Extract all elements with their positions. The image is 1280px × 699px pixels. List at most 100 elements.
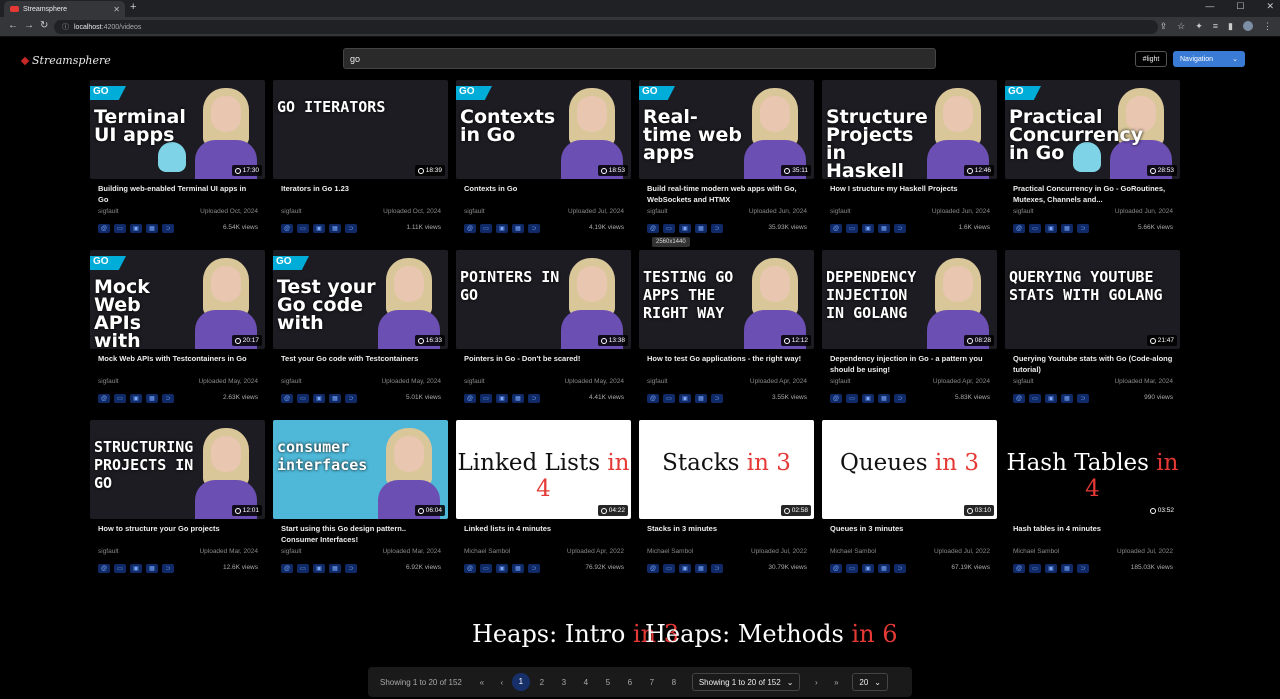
last-page-icon[interactable]: » <box>826 678 846 687</box>
video-title[interactable]: How I structure my Haskell Projects <box>830 183 990 194</box>
video-card[interactable]: GO Contexts in Go 18:53 Contexts in Go sigfa… <box>456 80 631 245</box>
video-card[interactable]: Linked Lists in 4 04:22 Linked lists in 4 … <box>456 420 631 585</box>
video-card[interactable]: GO ITERATORS 18:39 Iterators in Go 1.23 sig… <box>273 80 448 245</box>
video-author[interactable]: sigfault <box>98 548 119 555</box>
video-card[interactable]: Structure Projects in Haskell 12:46 How I … <box>822 80 997 245</box>
link-icon[interactable]: ⊃ <box>894 394 906 403</box>
playlist-icon[interactable]: ▦ <box>512 394 524 403</box>
video-card[interactable]: GO Terminal UI apps 17:30 Building web-enab… <box>90 80 265 245</box>
partial-thumb-heaps-methods[interactable]: Heaps: Methods in 6 <box>645 620 898 648</box>
back-icon[interactable]: ← <box>8 20 18 31</box>
page-number[interactable]: 2 <box>532 678 552 687</box>
first-page-icon[interactable]: « <box>472 678 492 687</box>
playlist-icon[interactable]: ▦ <box>695 394 707 403</box>
email-icon[interactable]: @ <box>830 394 842 403</box>
video-card[interactable]: POINTERS IN GO 13:38 Pointers in Go - Don'… <box>456 250 631 415</box>
playlist-icon[interactable]: ▦ <box>878 224 890 233</box>
playlist-icon[interactable]: ▦ <box>329 224 341 233</box>
video-thumbnail[interactable]: consumer interfaces 06:04 <box>273 420 448 519</box>
reading-list-icon[interactable]: ≡ <box>1213 21 1218 32</box>
video-card[interactable]: GO Real-time web apps 35:11 Build real-time… <box>639 80 814 245</box>
minimize-icon[interactable]: — <box>1205 1 1214 12</box>
link-icon[interactable]: ⊃ <box>162 394 174 403</box>
playlist-icon[interactable]: ▦ <box>878 394 890 403</box>
email-icon[interactable]: @ <box>1013 224 1025 233</box>
screen-icon[interactable]: ▭ <box>1029 394 1041 403</box>
link-icon[interactable]: ⊃ <box>711 224 723 233</box>
close-icon[interactable]: ✕ <box>113 5 120 14</box>
video-title[interactable]: Build real-time modern web apps with Go,… <box>647 183 807 205</box>
link-icon[interactable]: ⊃ <box>162 564 174 573</box>
video-author[interactable]: sigfault <box>281 378 302 385</box>
video-thumbnail[interactable]: POINTERS IN GO 13:38 <box>456 250 631 349</box>
email-icon[interactable]: @ <box>1013 564 1025 573</box>
video-author[interactable]: sigfault <box>647 378 668 385</box>
video-author[interactable]: sigfault <box>1013 208 1034 215</box>
link-icon[interactable]: ⊃ <box>1077 394 1089 403</box>
save-icon[interactable]: ▣ <box>679 224 691 233</box>
screen-icon[interactable]: ▭ <box>663 564 675 573</box>
link-icon[interactable]: ⊃ <box>528 224 540 233</box>
email-icon[interactable]: @ <box>647 224 659 233</box>
save-icon[interactable]: ▣ <box>679 394 691 403</box>
reload-icon[interactable]: ↻ <box>40 20 48 31</box>
page-size-select[interactable]: 20 ⌄ <box>852 673 888 691</box>
video-author[interactable]: sigfault <box>647 208 668 215</box>
link-icon[interactable]: ⊃ <box>345 394 357 403</box>
video-card[interactable]: Hash Tables in 4 03:52 Hash tables in 4 mi… <box>1005 420 1180 585</box>
video-title[interactable]: Pointers in Go - Don't be scared! <box>464 353 624 364</box>
video-card[interactable]: STRUCTURING PROJECTS IN GO 12:01 How to st… <box>90 420 265 585</box>
video-card[interactable]: QUERYING YOUTUBE STATS WITH GOLANG 21:47 Q… <box>1005 250 1180 415</box>
star-icon[interactable]: ☆ <box>1177 21 1185 32</box>
video-title[interactable]: Building web-enabled Terminal UI apps in… <box>98 183 258 205</box>
page-number[interactable]: 3 <box>554 678 574 687</box>
app-logo[interactable]: Streamsphere <box>20 54 111 67</box>
video-author[interactable]: sigfault <box>281 208 302 215</box>
page-number[interactable]: 6 <box>620 678 640 687</box>
video-card[interactable]: GO Mock Web APIs with 20:17 Mock Web APIs w… <box>90 250 265 415</box>
save-icon[interactable]: ▣ <box>862 564 874 573</box>
link-icon[interactable]: ⊃ <box>1077 564 1089 573</box>
playlist-icon[interactable]: ▦ <box>695 224 707 233</box>
video-title[interactable]: Querying Youtube stats with Go (Code-alo… <box>1013 353 1173 375</box>
email-icon[interactable]: @ <box>1013 394 1025 403</box>
video-thumbnail[interactable]: Stacks in 3 02:58 <box>639 420 814 519</box>
email-icon[interactable]: @ <box>281 394 293 403</box>
video-title[interactable]: How to test Go applications - the right … <box>647 353 807 364</box>
screen-icon[interactable]: ▭ <box>846 564 858 573</box>
save-icon[interactable]: ▣ <box>679 564 691 573</box>
email-icon[interactable]: @ <box>281 564 293 573</box>
prev-page-icon[interactable]: ‹ <box>492 678 512 687</box>
video-thumbnail[interactable]: Structure Projects in Haskell 12:46 <box>822 80 997 179</box>
video-author[interactable]: Michael Sambol <box>830 548 876 555</box>
link-icon[interactable]: ⊃ <box>528 564 540 573</box>
email-icon[interactable]: @ <box>647 394 659 403</box>
link-icon[interactable]: ⊃ <box>162 224 174 233</box>
link-icon[interactable]: ⊃ <box>345 224 357 233</box>
screen-icon[interactable]: ▭ <box>297 224 309 233</box>
search-input[interactable] <box>343 48 936 69</box>
playlist-icon[interactable]: ▦ <box>878 564 890 573</box>
theme-toggle-button[interactable]: #light <box>1135 51 1167 67</box>
share-icon[interactable]: ⇪ <box>1160 21 1168 32</box>
video-thumbnail[interactable]: GO Contexts in Go 18:53 <box>456 80 631 179</box>
video-title[interactable]: Hash tables in 4 minutes <box>1013 523 1173 534</box>
link-icon[interactable]: ⊃ <box>711 394 723 403</box>
playlist-icon[interactable]: ▦ <box>1061 224 1073 233</box>
playlist-icon[interactable]: ▦ <box>146 224 158 233</box>
playlist-icon[interactable]: ▦ <box>1061 394 1073 403</box>
screen-icon[interactable]: ▭ <box>480 564 492 573</box>
video-title[interactable]: Dependency injection in Go - a pattern y… <box>830 353 990 375</box>
email-icon[interactable]: @ <box>98 564 110 573</box>
screen-icon[interactable]: ▭ <box>1029 224 1041 233</box>
video-title[interactable]: Contexts in Go <box>464 183 624 194</box>
page-number[interactable]: 1 <box>511 673 530 691</box>
save-icon[interactable]: ▣ <box>496 564 508 573</box>
link-icon[interactable]: ⊃ <box>345 564 357 573</box>
video-card[interactable]: GO Test your Go code with 16:33 Test your G… <box>273 250 448 415</box>
video-author[interactable]: sigfault <box>830 208 851 215</box>
screen-icon[interactable]: ▭ <box>114 394 126 403</box>
playlist-icon[interactable]: ▦ <box>146 394 158 403</box>
video-card[interactable]: DEPENDENCY INJECTION IN GOLANG 08:28 Depen… <box>822 250 997 415</box>
video-thumbnail[interactable]: Linked Lists in 4 04:22 <box>456 420 631 519</box>
